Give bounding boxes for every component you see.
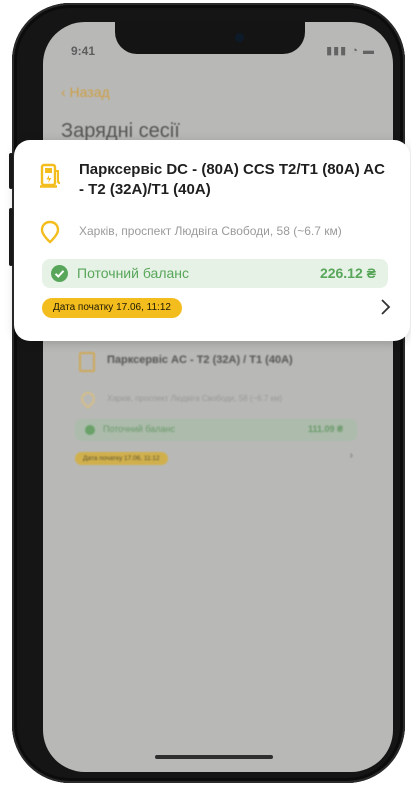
- station-name: Парксервіс DC - (80A) CCS T2/T1 (80A) AC…: [79, 161, 385, 198]
- chevron-right-icon[interactable]: [380, 297, 392, 317]
- phone-screen: 9:41 ▮▮▮ ◔ ▬ ‹ Назад Зарядні сесії Паркс…: [43, 22, 393, 772]
- check-circle-icon: [85, 425, 95, 435]
- start-date-badge: Дата початку 17.06, 11:12: [42, 298, 182, 318]
- session-card-active[interactable]: Парксервіс DC - (80A) CCS T2/T1 (80A) AC…: [14, 140, 410, 341]
- balance-value: 226.12 ₴: [319, 265, 376, 281]
- side-button: [9, 208, 13, 266]
- charging-station-icon: [40, 163, 61, 188]
- balance-row: Поточний баланс 111.09 ₴: [75, 419, 357, 441]
- home-indicator[interactable]: [155, 755, 273, 759]
- notch: [115, 22, 305, 54]
- phone-mockup: 9:41 ▮▮▮ ◔ ▬ ‹ Назад Зарядні сесії Паркс…: [0, 0, 411, 787]
- balance-label: Поточний баланс: [77, 265, 189, 281]
- location-pin-icon: [40, 220, 60, 244]
- station-name: Парксервіс AC - T2 (32A) / T1 (40A): [107, 354, 293, 366]
- location-pin-icon: [78, 389, 98, 409]
- status-icons: ▮▮▮ ◔ ▬: [326, 45, 375, 57]
- camera-icon: [235, 33, 244, 42]
- balance-value: 111.09 ₴: [307, 424, 343, 434]
- station-address: Харків, проспект Людвіга Свободи, 58 (~6…: [79, 224, 342, 238]
- balance-row: Поточний баланс 226.12 ₴: [42, 259, 388, 288]
- chevron-right-icon[interactable]: ›: [350, 450, 353, 461]
- charging-station-icon: [79, 352, 95, 372]
- back-button[interactable]: ‹ Назад: [61, 84, 110, 100]
- status-time: 9:41: [71, 44, 96, 58]
- start-date-badge: Дата початку 17.06, 11:12: [75, 452, 168, 465]
- balance-label: Поточний баланс: [103, 424, 175, 434]
- side-button: [9, 153, 13, 189]
- check-circle-icon: [51, 265, 68, 282]
- station-address: Харків, проспект Людвіга Свободи, 58 (~6…: [107, 394, 283, 403]
